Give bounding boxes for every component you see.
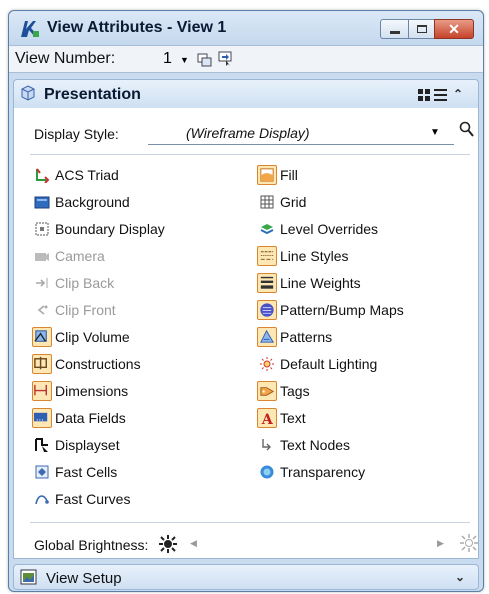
slider-left-arrow-icon[interactable]: ◀ [190, 538, 197, 549]
option-label: Boundary Display [55, 221, 165, 237]
text-icon: A [257, 408, 277, 428]
level-overrides-icon [260, 224, 274, 235]
view-setup-title: View Setup [46, 570, 122, 587]
option-label: Patterns [280, 329, 333, 345]
option-label: Level Overrides [280, 221, 379, 237]
copy-view-icon[interactable] [196, 52, 212, 68]
display-style-label: Display Style: [34, 126, 119, 142]
option-label: Text Nodes [280, 437, 351, 453]
view-number-dropdown[interactable]: 1 [163, 50, 172, 68]
presentation-panel: Display Style: (Wireframe Display) ▼ ACS… [13, 108, 479, 559]
search-icon[interactable] [459, 121, 475, 139]
option-label: Line Weights [280, 275, 361, 291]
clip-back-icon [36, 278, 48, 288]
option-label: Camera [55, 248, 105, 264]
expand-chevron-icon[interactable]: ⌄ [455, 570, 465, 584]
default-lighting-icon [260, 357, 274, 371]
line-weights-icon [257, 273, 277, 293]
close-button[interactable]: ✕ [434, 19, 474, 39]
option-label: Displayset [55, 437, 120, 453]
option-label: Fill [280, 167, 298, 183]
constructions-icon [32, 354, 52, 374]
option-label: Clip Volume [55, 329, 130, 345]
view-number-bar: View Number: 1 ▼ [9, 45, 483, 73]
option-label: Constructions [55, 356, 141, 372]
patterns-icon [257, 327, 277, 347]
acs-triad-icon [36, 168, 50, 183]
option-label: Clip Front [55, 302, 116, 318]
window-title: View Attributes - View 1 [47, 19, 227, 36]
background-icon [34, 196, 50, 209]
svg-text:...: ... [36, 413, 44, 423]
text-nodes-icon [262, 439, 271, 451]
app-icon [21, 21, 39, 37]
view-setup-icon [20, 569, 37, 585]
global-brightness-label: Global Brightness: [34, 537, 149, 553]
option-label: Text [280, 410, 306, 426]
minimize-button[interactable] [380, 19, 409, 39]
dimensions-icon [32, 381, 52, 401]
boundary-display-icon [35, 222, 49, 236]
camera-icon [35, 253, 49, 261]
fast-curves-icon [35, 495, 49, 505]
apply-view-icon[interactable] [218, 51, 234, 67]
transparency-icon [260, 465, 274, 479]
option-label: Transparency [280, 464, 366, 480]
option-label: Background [55, 194, 130, 210]
clip-volume-icon [32, 327, 52, 347]
close-icon: ✕ [448, 21, 460, 37]
option-label: Dimensions [55, 383, 129, 399]
divider [30, 522, 470, 523]
minimize-icon [390, 31, 400, 34]
display-style-dropdown[interactable]: (Wireframe Display) ▼ [148, 121, 454, 145]
maximize-button[interactable] [408, 19, 435, 39]
tags-icon [257, 381, 277, 401]
option-label: Line Styles [280, 248, 349, 264]
displayset-icon [35, 438, 48, 452]
option-label: Pattern/Bump Maps [280, 302, 404, 318]
chevron-down-icon[interactable]: ▼ [180, 55, 189, 65]
fill-icon [257, 165, 277, 185]
slider-right-arrow-icon[interactable]: ▶ [437, 538, 444, 549]
cube-icon [21, 85, 35, 101]
clip-front-icon [37, 305, 48, 315]
option-label: Grid [280, 194, 307, 210]
data-fields-icon: ... [32, 408, 52, 428]
list-view-icon[interactable] [434, 89, 447, 101]
collapse-chevron-icon[interactable]: ⌃ [453, 87, 463, 101]
fast-cells-icon [35, 465, 49, 479]
pattern-bump-maps-icon [257, 300, 277, 320]
option-label: Default Lighting [280, 356, 378, 372]
dark-sun-icon[interactable] [159, 535, 177, 553]
title-bar[interactable]: View Attributes - View 1 ✕ [9, 11, 483, 45]
svg-text:A: A [261, 412, 274, 428]
option-label: Tags [280, 383, 310, 399]
option-label: Fast Cells [55, 464, 118, 480]
grid-icon [260, 195, 274, 209]
global-brightness-slider[interactable]: ◀ ▶ [185, 536, 455, 554]
display-style-value: (Wireframe Display) [186, 125, 310, 141]
presentation-title: Presentation [44, 86, 141, 103]
maximize-icon [417, 25, 427, 33]
option-label: ACS Triad [55, 167, 119, 183]
presentation-section-header[interactable]: Presentation ⌃ [13, 79, 479, 109]
view-number-label: View Number: [15, 50, 116, 67]
grid-view-icon[interactable] [418, 89, 430, 101]
chevron-down-icon: ▼ [430, 127, 440, 138]
light-sun-icon[interactable] [460, 534, 478, 552]
option-label: Data Fields [55, 410, 126, 426]
option-label: Fast Curves [55, 491, 131, 507]
option-label: Clip Back [55, 275, 115, 291]
divider [30, 154, 470, 155]
view-attributes-window: View Attributes - View 1 ✕ View Number: … [8, 10, 484, 592]
view-setup-section-header[interactable]: View Setup ⌄ [13, 564, 479, 590]
line-styles-icon [257, 246, 277, 266]
